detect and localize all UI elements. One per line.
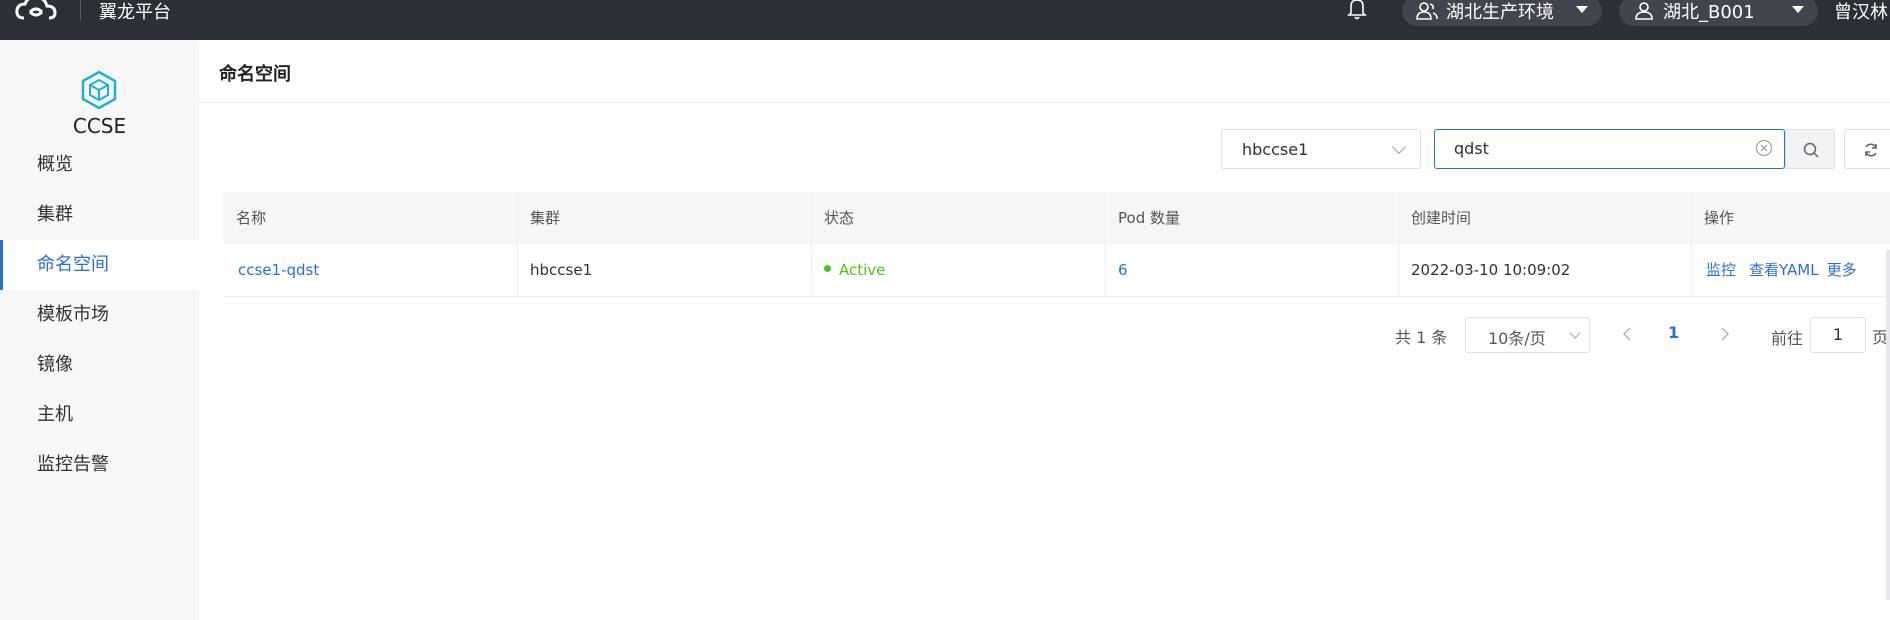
namespace-name-link[interactable]: ccse1-qdst — [223, 244, 517, 296]
created-time-cell: 2022-03-10 10:09:02 — [1411, 261, 1571, 279]
refresh-icon — [1865, 143, 1877, 157]
column-header-status: 状态 — [824, 209, 855, 227]
page-size-select[interactable]: 10条/页 — [1465, 317, 1590, 353]
environment-label: 湖北生产环境 — [1446, 2, 1554, 23]
cluster-select[interactable]: hbccse1 — [1221, 129, 1421, 169]
chevron-down-icon — [1569, 327, 1581, 339]
view-yaml-link[interactable]: 查看YAML — [1749, 261, 1819, 279]
prev-page-icon[interactable] — [1618, 324, 1638, 344]
column-header-cluster: 集群 — [530, 209, 561, 227]
table-header: 名称 集群 状态 Pod 数量 创建时间 操作 — [223, 192, 1890, 245]
ccse-logo-icon — [81, 70, 117, 110]
users-icon — [1416, 2, 1438, 20]
sidebar-item-host[interactable]: 主机 — [0, 390, 199, 440]
cluster-select-value: hbccse1 — [1242, 140, 1309, 159]
header-divider — [199, 102, 1890, 103]
sidebar-item-cluster[interactable]: 集群 — [0, 190, 199, 240]
topbar-divider — [80, 0, 81, 20]
search-input-value: qdst — [1454, 139, 1489, 158]
column-header-pod-count: Pod 数量 — [1118, 209, 1180, 227]
search-button[interactable] — [1785, 129, 1835, 169]
page-size-value: 10条/页 — [1488, 329, 1546, 348]
search-icon — [1803, 142, 1819, 158]
tenant-label: 湖北_B001 — [1663, 2, 1755, 23]
goto-page-input[interactable]: 1 — [1810, 317, 1866, 353]
user-icon — [1635, 2, 1653, 20]
status-cell: Active — [811, 244, 1105, 296]
top-bar: 翼龙平台 湖北生产环境 湖北_B001 曾汉林 — [0, 0, 1890, 40]
sidebar-item-template-market[interactable]: 模板市场 — [0, 290, 199, 340]
sidebar-item-image[interactable]: 镜像 — [0, 340, 199, 390]
search-input[interactable]: qdst — [1434, 129, 1785, 169]
sidebar-item-monitoring[interactable]: 监控告警 — [0, 440, 199, 490]
environment-dropdown[interactable]: 湖北生产环境 — [1402, 0, 1602, 26]
goto-label: 前往 — [1771, 329, 1804, 348]
current-page-number[interactable]: 1 — [1668, 323, 1679, 342]
clear-icon[interactable] — [1755, 139, 1773, 157]
bell-icon[interactable] — [1346, 0, 1368, 22]
page-title: 命名空间 — [219, 64, 291, 85]
column-header-actions: 操作 — [1704, 209, 1735, 227]
sidebar-item-namespace[interactable]: 命名空间 — [0, 240, 199, 290]
product-name: CCSE — [72, 114, 127, 138]
status-badge: Active — [839, 261, 886, 279]
refresh-button[interactable] — [1844, 129, 1890, 169]
status-dot-icon — [824, 265, 831, 272]
app-name: 翼龙平台 — [99, 2, 171, 23]
right-edge-scrollbar[interactable] — [1886, 250, 1890, 600]
next-page-icon[interactable] — [1714, 324, 1734, 344]
chevron-down-icon — [1391, 139, 1407, 155]
more-link[interactable]: 更多 — [1827, 261, 1857, 279]
monitor-link[interactable]: 监控 — [1706, 261, 1736, 279]
pod-count-link[interactable]: 6 — [1105, 244, 1398, 296]
caret-down-icon — [1792, 6, 1804, 13]
cloud-logo-icon[interactable] — [14, 0, 58, 24]
column-header-created: 创建时间 — [1411, 209, 1472, 227]
sidebar-item-overview[interactable]: 概览 — [0, 140, 199, 190]
tenant-dropdown[interactable]: 湖北_B001 — [1619, 0, 1818, 26]
pagination-total: 共 1 条 — [1395, 328, 1448, 347]
sidebar: CCSE 概览 集群 命名空间 模板市场 镜像 主机 监控告警 — [0, 40, 199, 620]
user-name[interactable]: 曾汉林 — [1834, 0, 1888, 24]
cluster-cell: hbccse1 — [530, 261, 593, 279]
actions-cell: 监控 查看YAML 更多 — [1691, 244, 1890, 296]
column-header-name: 名称 — [236, 209, 267, 227]
caret-down-icon — [1576, 6, 1588, 13]
table-row: ccse1-qdst hbccse1 Active 6 2022-03-10 1… — [223, 244, 1890, 297]
